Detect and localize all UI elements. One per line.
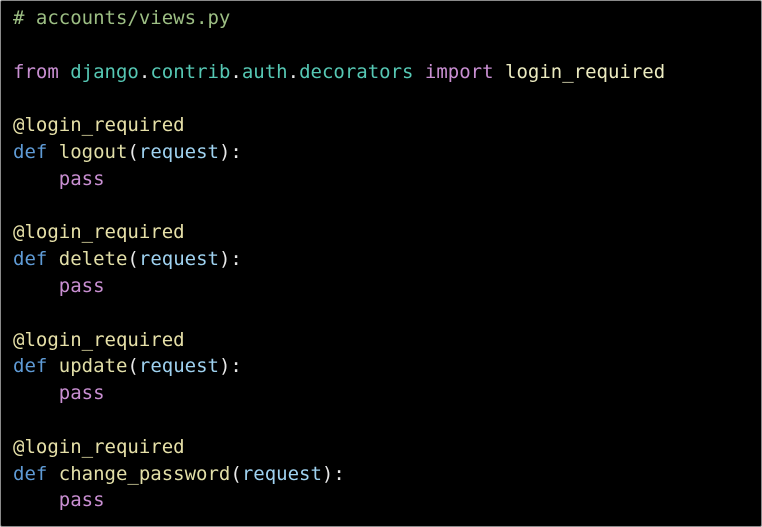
file-path-comment: # accounts/views.py [13, 7, 231, 29]
code-line-decorator: @login_required [13, 219, 761, 246]
paren-close: ): [218, 140, 242, 163]
def-keyword: def [13, 248, 48, 271]
decorator: @login_required [13, 221, 185, 244]
dot: . [287, 60, 300, 83]
function-name: update [58, 355, 128, 378]
def-keyword: def [13, 140, 48, 163]
pass-keyword: pass [58, 274, 105, 297]
paren-close: ): [321, 462, 345, 485]
from-keyword: from [13, 60, 59, 83]
paren-close: ): [218, 355, 242, 378]
decorator: @login_required [13, 328, 185, 351]
code-line-decorator: @login_required [13, 434, 761, 461]
function-name: delete [58, 248, 128, 271]
code-line-body: pass [13, 273, 761, 300]
paren-open: ( [127, 248, 139, 271]
paren-close: ): [218, 248, 242, 271]
dot: . [138, 60, 151, 83]
decorator: @login_required [13, 435, 185, 458]
module-contrib: contrib [150, 60, 231, 83]
parameter: request [241, 462, 322, 485]
code-line-comment: # accounts/views.py [13, 5, 761, 32]
code-line-def: def change_password(request): [13, 461, 761, 488]
pass-keyword: pass [58, 382, 105, 405]
function-name: logout [58, 140, 128, 163]
pass-keyword: pass [58, 489, 105, 512]
module-decorators: decorators [299, 60, 414, 83]
pass-keyword: pass [58, 167, 105, 190]
parameter: request [138, 355, 219, 378]
paren-open: ( [127, 355, 139, 378]
code-line-body: pass [13, 487, 761, 514]
code-line-decorator: @login_required [13, 327, 761, 354]
def-keyword: def [13, 462, 48, 485]
code-line-def: def delete(request): [13, 246, 761, 273]
def-keyword: def [13, 355, 48, 378]
paren-open: ( [230, 462, 242, 485]
module-django: django [70, 60, 139, 83]
code-line-decorator: @login_required [13, 112, 761, 139]
dot: . [230, 60, 242, 83]
code-line-def: def update(request): [13, 353, 761, 380]
code-line-def: def logout(request): [13, 139, 761, 166]
module-auth: auth [241, 60, 288, 83]
parameter: request [138, 248, 219, 271]
code-line-body: pass [13, 166, 761, 193]
imported-name: login_required [505, 60, 666, 83]
code-line-body: pass [13, 380, 761, 407]
code-line-import: from django.contrib.auth.decorators impo… [13, 59, 761, 86]
code-editor[interactable]: # accounts/views.py from django.contrib.… [0, 0, 762, 527]
function-name: change_password [58, 462, 231, 485]
decorator: @login_required [13, 114, 185, 137]
parameter: request [138, 140, 219, 163]
paren-open: ( [127, 140, 139, 163]
import-keyword: import [424, 60, 494, 83]
